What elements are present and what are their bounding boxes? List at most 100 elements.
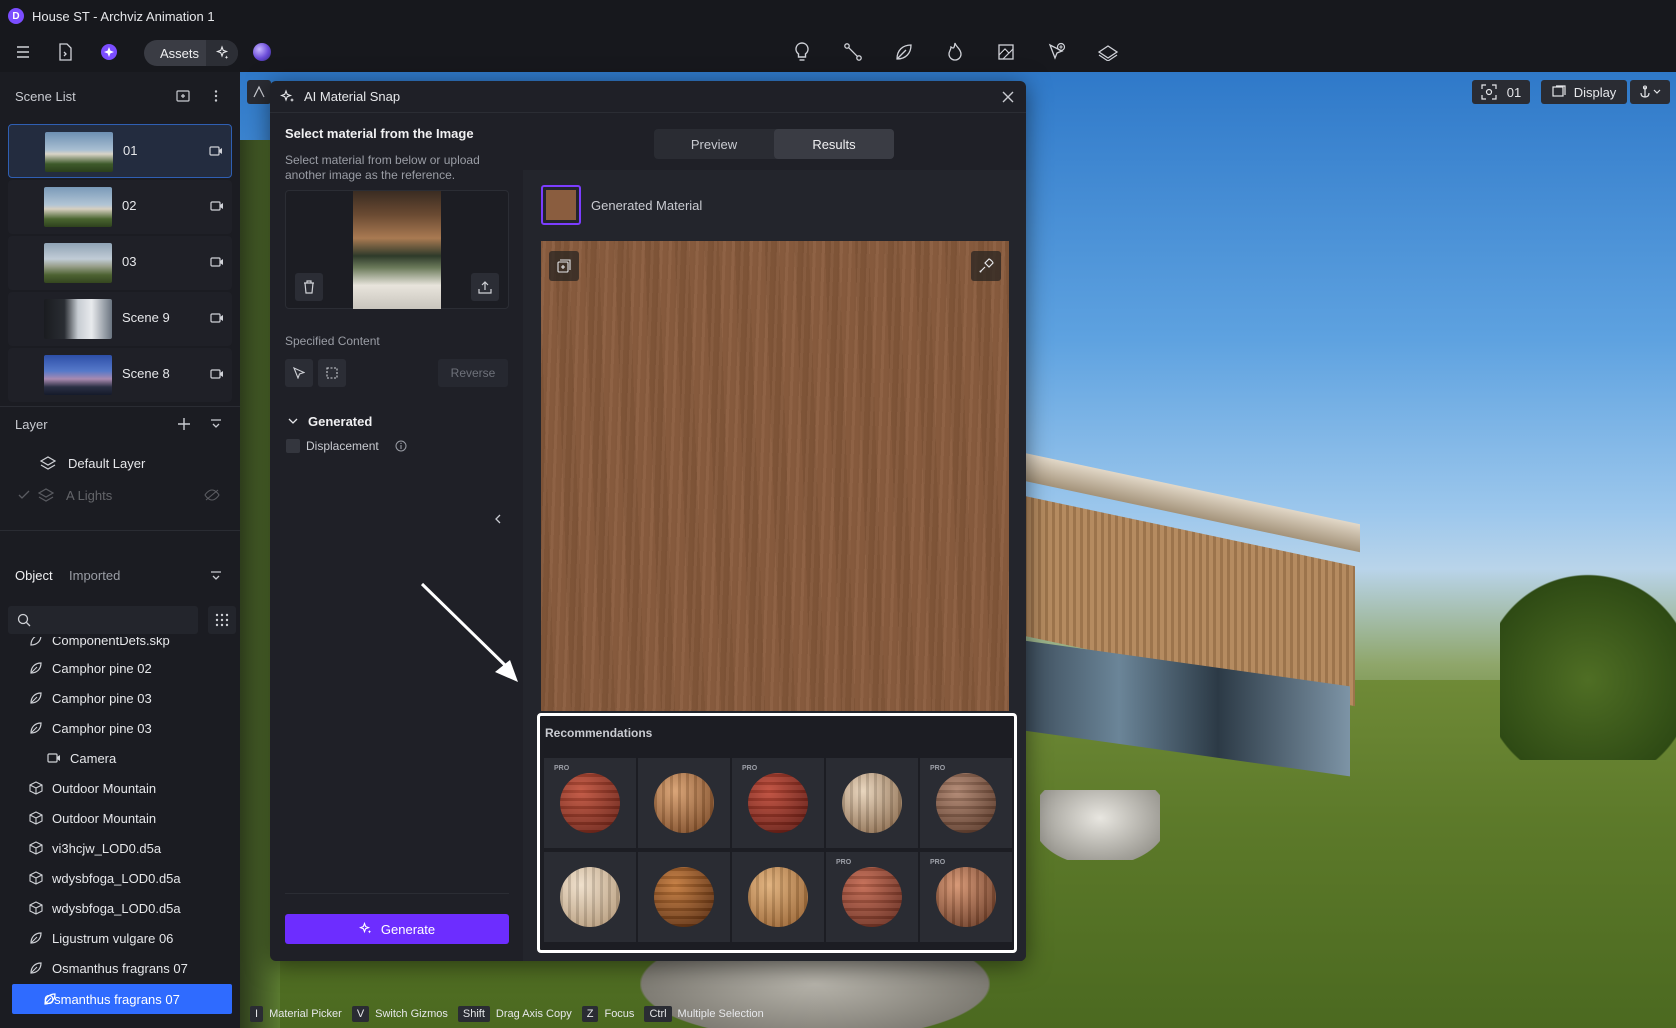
object-label: Osmanthus fragrans 07 [52,960,188,976]
upload-image-icon[interactable] [471,273,499,301]
display-button[interactable]: Display [1541,80,1627,104]
reverse-button[interactable]: Reverse [438,359,508,387]
scene-item-01[interactable]: 01 [8,124,232,178]
pointer-select-icon[interactable] [285,359,313,387]
chevron-down-icon[interactable] [287,415,299,427]
generate-label: Generate [380,921,436,937]
recommendation-material[interactable]: PRO [920,758,1012,848]
select-add-icon[interactable] [1045,40,1069,64]
layer-filter-icon[interactable] [208,416,224,432]
scene-thumbnail [44,243,112,283]
assets-button[interactable]: Assets [144,40,238,66]
box-select-icon[interactable] [318,359,346,387]
close-icon[interactable] [1000,89,1016,105]
recommendation-material[interactable]: PRO [732,758,824,848]
layer-label: A Lights [66,487,113,503]
scene-more-icon[interactable] [208,88,224,104]
ai-sparkle-icon [358,922,372,934]
info-icon[interactable] [395,440,407,452]
anchor-icon [1640,85,1661,98]
reference-image[interactable] [353,191,441,309]
tab-preview[interactable]: Preview [654,129,774,159]
list-item[interactable]: Camera [46,743,240,773]
camera-icon[interactable] [209,145,223,157]
object-label: ComponentDefs.skp [52,637,170,648]
list-item[interactable]: wdysbfoga_LOD0.d5a [28,893,238,923]
add-layer-icon[interactable] [176,416,192,432]
displacement-checkbox[interactable] [286,439,300,453]
path-tool-icon[interactable] [841,40,865,64]
material-sphere [560,867,620,927]
layer-item-lights[interactable]: A Lights [0,480,240,510]
eye-hidden-icon[interactable] [204,489,220,501]
viewport-tree [1500,560,1676,760]
render-orb-icon[interactable] [253,43,271,61]
scene-item-scene-8[interactable]: Scene 8 [8,348,232,402]
generate-button[interactable]: Generate [285,914,509,944]
delete-image-icon[interactable] [295,273,323,301]
object-filter-icon[interactable] [208,568,224,584]
tab-imported[interactable]: Imported [69,568,120,583]
list-item-selected[interactable]: Osmanthus fragrans 07 [12,984,232,1014]
recommendation-material[interactable] [826,758,918,848]
apply-material-icon[interactable] [549,251,579,281]
list-item[interactable]: Camphor pine 03 [28,713,238,743]
viewport-tool-icon[interactable] [247,80,271,104]
collapse-panel-icon[interactable] [492,513,504,525]
ai-assistant-icon[interactable] [97,40,121,64]
camera-icon[interactable] [210,200,224,212]
layers-plane-icon[interactable] [1096,40,1120,64]
vegetation-icon[interactable] [892,40,916,64]
recommendation-material[interactable]: PRO [544,758,636,848]
list-item[interactable]: vi3hcjw_LOD0.d5a [28,833,238,863]
main-toolbar: Assets [0,32,1676,72]
menu-icon[interactable] [11,40,35,64]
file-sync-icon[interactable] [53,40,77,64]
add-scene-icon[interactable] [175,88,191,104]
material-sphere [842,867,902,927]
recommendation-material[interactable] [638,758,730,848]
recommendation-material[interactable] [638,852,730,942]
recommendation-material[interactable] [732,852,824,942]
object-label: Camera [70,750,117,766]
scene-indicator[interactable]: 01 [1472,80,1530,104]
scene-item-scene-9[interactable]: Scene 9 [8,292,232,346]
material-sphere [654,867,714,927]
light-bulb-icon[interactable] [790,40,814,64]
layer-section-title: Layer [15,417,48,432]
camera-icon[interactable] [210,312,224,324]
generated-material-label: Generated Material [591,198,703,213]
scene-item-03[interactable]: 03 [8,236,232,290]
list-item[interactable]: Ligustrum vulgare 06 [28,923,238,953]
grid-view-icon[interactable] [208,606,236,634]
ai-sparkle-icon[interactable] [206,40,238,66]
shortcut-key: Shift [457,1006,490,1022]
list-item[interactable]: Osmanthus fragrans 07 [28,953,238,983]
recommendation-material[interactable]: PRO [920,852,1012,942]
list-item[interactable]: Camphor pine 02 [28,653,238,683]
recommendation-material[interactable] [544,852,636,942]
list-item[interactable]: Outdoor Mountain [28,803,238,833]
terrain-icon[interactable] [994,40,1018,64]
recommendation-material[interactable]: PRO [826,852,918,942]
tab-results[interactable]: Results [774,129,894,159]
object-search-input[interactable] [8,606,198,634]
layer-item-default[interactable]: Default Layer [0,448,240,478]
object-label: Camphor pine 02 [52,660,152,676]
shortcut-description: Multiple Selection [677,1008,764,1020]
check-icon[interactable] [18,490,30,500]
tab-object[interactable]: Object [15,568,53,583]
material-texture-preview[interactable] [541,241,1009,711]
generated-material-swatch[interactable] [541,185,581,225]
camera-icon[interactable] [210,256,224,268]
effects-flame-icon[interactable] [943,40,967,64]
anchor-menu-button[interactable] [1630,80,1670,104]
list-item[interactable]: wdysbfoga_LOD0.d5a [28,863,238,893]
ai-sparkle-icon [280,88,294,102]
scene-item-02[interactable]: 02 [8,180,232,234]
camera-icon[interactable] [210,368,224,380]
list-item[interactable]: Camphor pine 03 [28,683,238,713]
material-picker-icon[interactable] [971,251,1001,281]
list-item[interactable]: Outdoor Mountain [28,773,238,803]
shortcut-key: I [250,1006,264,1022]
